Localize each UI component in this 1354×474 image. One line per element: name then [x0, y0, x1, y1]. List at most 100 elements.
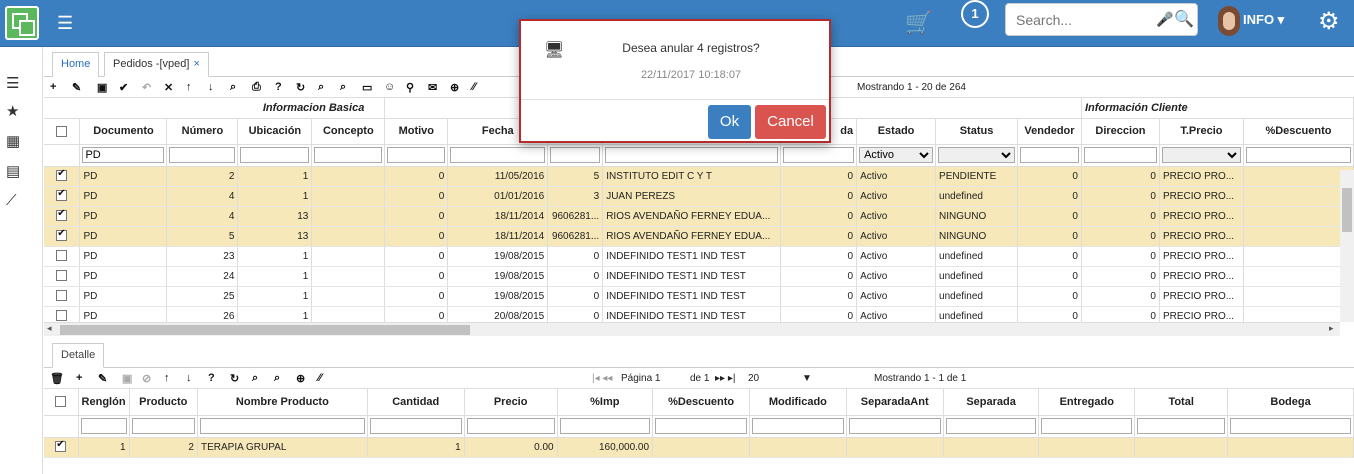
- menu-icon[interactable]: ☰: [57, 14, 73, 32]
- gear-icon[interactable]: ⚙: [1318, 7, 1340, 36]
- resize-icon[interactable]: ⁄⁄: [318, 372, 322, 384]
- detail-filter[interactable]: [131, 418, 195, 434]
- select-all-checkbox[interactable]: [44, 118, 81, 145]
- tab-pedidos[interactable]: Pedidos -[vped] ×: [104, 52, 209, 77]
- cancel-button[interactable]: Cancel: [755, 105, 826, 139]
- filter-vendedor[interactable]: [1020, 147, 1079, 163]
- app-logo[interactable]: [5, 6, 39, 40]
- zoom-out-icon[interactable]: ⌕: [340, 81, 346, 94]
- move-down-icon[interactable]: ↓: [208, 81, 214, 93]
- help-icon[interactable]: ?: [208, 372, 215, 384]
- table-row[interactable]: PD41001/01/20163JUAN PEREZS0Activoundefi…: [44, 186, 1354, 207]
- next-page-icon[interactable]: ▸▸ ▸|: [715, 373, 735, 384]
- detail-filter[interactable]: [752, 418, 844, 434]
- row-checkbox[interactable]: [44, 206, 81, 227]
- cancel-icon[interactable]: ⊘: [142, 372, 151, 385]
- first-page-icon[interactable]: |◂ ◂◂: [592, 373, 612, 384]
- undo-icon[interactable]: ↶: [142, 81, 151, 94]
- refresh-icon[interactable]: ↻: [230, 372, 239, 385]
- table-row[interactable]: PD513018/11/20149606281...RIOS AVENDAÑO …: [44, 226, 1354, 247]
- page-size-select[interactable]: 20: [748, 373, 759, 384]
- filter-estado[interactable]: Activo: [859, 147, 934, 163]
- tab-detalle[interactable]: Detalle: [52, 343, 105, 368]
- user-menu[interactable]: INFO ▾: [1243, 12, 1284, 28]
- col-tprecio[interactable]: T.Precio: [1159, 118, 1244, 145]
- col-status[interactable]: Status: [935, 118, 1018, 145]
- filter-concepto[interactable]: [314, 147, 383, 163]
- filter-direccion[interactable]: [1083, 147, 1157, 163]
- microphone-icon[interactable]: 🎤: [1156, 11, 1173, 28]
- row-checkbox[interactable]: [44, 266, 81, 287]
- col-renglon[interactable]: Renglón: [78, 389, 130, 416]
- move-down-icon[interactable]: ↓: [186, 372, 192, 384]
- trash-icon[interactable]: 🗑: [50, 372, 64, 385]
- filter-fecha[interactable]: [450, 147, 546, 163]
- vertical-scrollbar[interactable]: [1340, 170, 1354, 322]
- scroll-left-icon[interactable]: ◂: [47, 323, 52, 334]
- scroll-thumb[interactable]: [60, 325, 470, 335]
- filter-ubicacion[interactable]: [240, 147, 310, 163]
- detail-filter[interactable]: [1230, 418, 1351, 434]
- table-row[interactable]: PD 26 1 0 20/08/2015 0 INDEFINIDO TEST1 IND TE…: [44, 306, 1354, 322]
- table-row[interactable]: PD21011/05/20165INSTITUTO EDIT C Y T0Act…: [44, 166, 1354, 187]
- search-box[interactable]: 🎤 🔍: [1005, 3, 1198, 36]
- search-input[interactable]: [1016, 10, 1146, 30]
- col-numero[interactable]: Número: [166, 118, 239, 145]
- chart-icon[interactable]: ⟋: [6, 192, 17, 209]
- filter-numero[interactable]: [169, 147, 236, 163]
- detail-filter[interactable]: [559, 418, 651, 434]
- avatar[interactable]: [1218, 6, 1240, 36]
- col-modificado[interactable]: Modificado: [749, 389, 847, 416]
- col-documento[interactable]: Documento: [79, 118, 168, 145]
- col-entregado[interactable]: Entregado: [1038, 389, 1136, 416]
- detail-filter[interactable]: [80, 418, 127, 434]
- ok-button[interactable]: Ok: [708, 105, 751, 139]
- filter-col7[interactable]: [550, 147, 601, 163]
- detail-filter[interactable]: [199, 418, 365, 434]
- col-direccion[interactable]: Direccion: [1081, 118, 1160, 145]
- save-icon[interactable]: ▣: [122, 372, 132, 385]
- user-icon[interactable]: ☺: [384, 81, 395, 93]
- row-checkbox[interactable]: [44, 437, 79, 458]
- col-total[interactable]: Total: [1134, 389, 1229, 416]
- resize-icon[interactable]: ⁄⁄: [472, 81, 476, 93]
- table-icon[interactable]: ▤: [6, 162, 20, 180]
- col-bodega[interactable]: Bodega: [1227, 389, 1354, 416]
- plus-circle-icon[interactable]: ⊕: [296, 372, 305, 385]
- check-icon[interactable]: ✔: [119, 81, 128, 94]
- comment-icon[interactable]: ▭: [362, 81, 372, 94]
- list-icon[interactable]: ☰: [6, 74, 19, 92]
- col-separadaant[interactable]: SeparadaAnt: [846, 389, 944, 416]
- detail-filter[interactable]: [466, 418, 555, 434]
- zoom-in-icon[interactable]: ⌕: [318, 81, 324, 94]
- vertical-scroll-thumb[interactable]: [1342, 188, 1352, 232]
- page-size-dropdown-icon[interactable]: ▼: [802, 373, 812, 384]
- row-checkbox[interactable]: [44, 226, 81, 247]
- detail-filter[interactable]: [945, 418, 1037, 434]
- find-icon[interactable]: ⌕: [230, 81, 236, 94]
- refresh-icon[interactable]: ↻: [296, 81, 305, 94]
- print-icon[interactable]: ⎙: [252, 81, 261, 94]
- star-icon[interactable]: ★: [6, 102, 19, 120]
- col-producto[interactable]: Producto: [129, 389, 198, 416]
- filter-status[interactable]: [938, 147, 1015, 163]
- filter-descuento[interactable]: [1245, 147, 1351, 163]
- detail-filter[interactable]: [848, 418, 941, 434]
- detail-select-all[interactable]: [44, 389, 79, 416]
- clipboard-icon[interactable]: ▣: [97, 81, 107, 94]
- detail-filter[interactable]: [369, 418, 462, 434]
- filter-tprecio[interactable]: [1161, 147, 1241, 163]
- close-icon[interactable]: ×: [193, 58, 199, 70]
- move-up-icon[interactable]: ↑: [186, 81, 192, 93]
- row-checkbox[interactable]: [44, 166, 81, 187]
- col-ubicacion[interactable]: Ubicación: [237, 118, 313, 145]
- row-checkbox[interactable]: [44, 286, 81, 307]
- detail-filter[interactable]: [1137, 418, 1226, 434]
- scroll-right-icon[interactable]: ▸: [1329, 323, 1334, 334]
- table-row[interactable]: PD 23 1 0 19/08/2015 0 INDEFINIDO TEST1 IND TE…: [44, 246, 1354, 267]
- col-detail-descuento[interactable]: %Descuento: [652, 389, 751, 416]
- col-nombre-producto[interactable]: Nombre Producto: [197, 389, 368, 416]
- col-vendedor[interactable]: Vendedor: [1017, 118, 1082, 145]
- detail-filter[interactable]: [655, 418, 748, 434]
- help-icon[interactable]: ?: [275, 81, 282, 93]
